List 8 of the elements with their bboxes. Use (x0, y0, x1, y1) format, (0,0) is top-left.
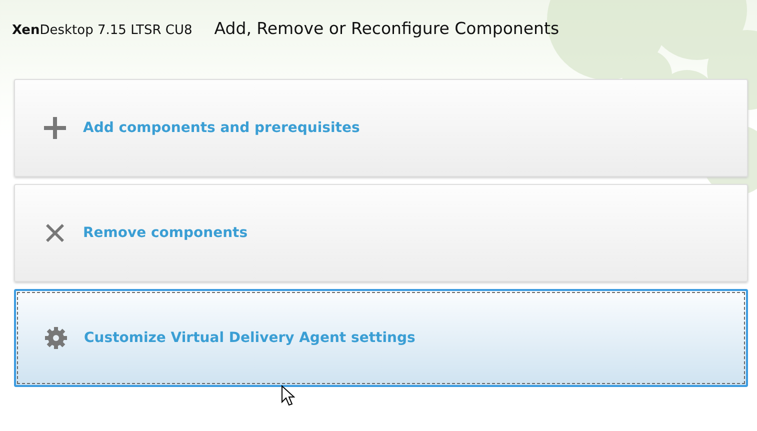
option-card[interactable]: Customize Virtual Delivery Agent settings (14, 289, 748, 387)
page-title: Add, Remove or Reconfigure Components (214, 19, 560, 38)
settings-icon (44, 326, 68, 350)
product-name: XenDesktop 7.15 LTSR CU8 (12, 23, 192, 38)
mouse-pointer-icon (281, 385, 295, 406)
option-card[interactable]: Remove components (14, 184, 748, 282)
plus-icon (43, 116, 67, 140)
option-card[interactable]: Add components and prerequisites (14, 79, 748, 177)
